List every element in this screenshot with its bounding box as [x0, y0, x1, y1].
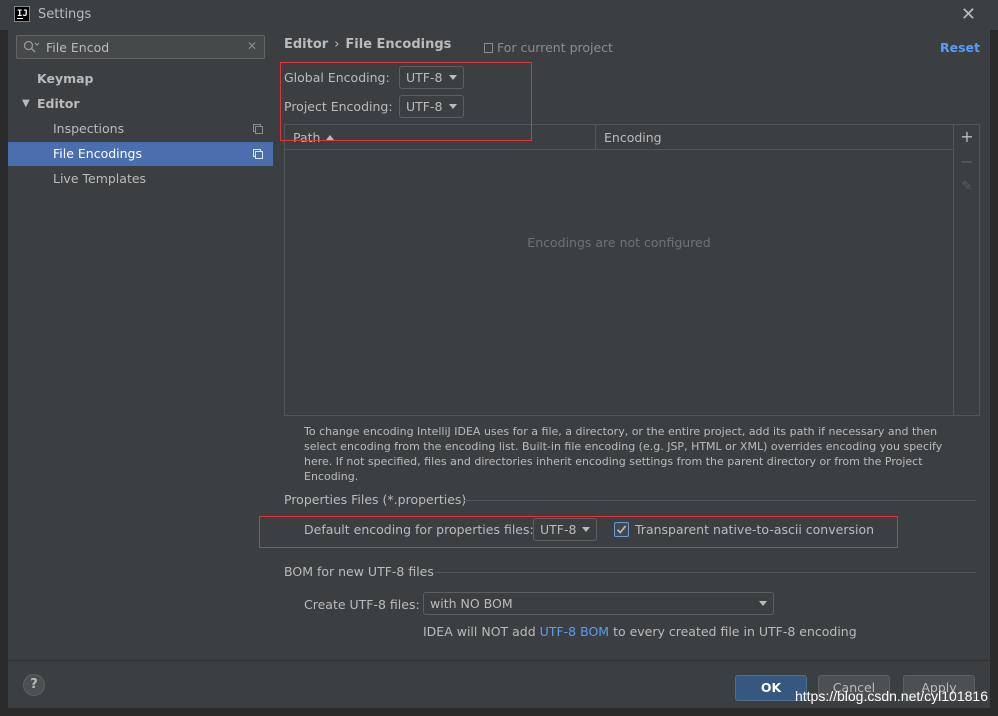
title-bar: IJ Settings ✕ — [0, 0, 998, 30]
highlight-box-properties — [259, 516, 898, 548]
edit-pencil-icon[interactable]: ✎ — [954, 179, 980, 194]
watermark-text: https://blog.csdn.net/cyl101816 — [794, 688, 988, 704]
utf8-bom-link[interactable]: UTF-8 BOM — [540, 624, 609, 639]
encoding-help-text: To change encoding IntelliJ IDEA uses fo… — [304, 425, 943, 483]
left-frame — [0, 30, 8, 716]
bottom-frame — [0, 708, 998, 716]
sidebar-item-editor[interactable]: ▼ Editor — [8, 92, 273, 116]
add-icon[interactable]: + — [954, 127, 980, 146]
sidebar-item-label: File Encodings — [53, 146, 143, 161]
scope-label: For current project — [497, 40, 613, 55]
column-header-encoding[interactable]: Encoding — [604, 130, 662, 145]
bom-note: IDEA will NOT add UTF-8 BOM to every cre… — [423, 624, 857, 639]
search-icon — [23, 40, 39, 54]
sidebar-item-label: Live Templates — [53, 171, 147, 186]
breadcrumb: Editor › File Encodings — [284, 37, 451, 52]
bom-section-title: BOM for new UTF-8 files — [284, 564, 434, 579]
help-button[interactable]: ? — [23, 674, 45, 696]
reset-link[interactable]: Reset — [940, 40, 980, 55]
create-utf8-label: Create UTF-8 files: — [304, 597, 420, 612]
scope-indicator: For current project — [484, 40, 613, 55]
bom-note-prefix: IDEA will NOT add — [423, 624, 536, 639]
breadcrumb-separator: › — [334, 37, 340, 52]
sidebar-item-keymap[interactable]: Keymap — [8, 67, 273, 91]
bom-note-suffix: to every created file in UTF-8 encoding — [613, 624, 857, 639]
expand-triangle-icon[interactable]: ▼ — [22, 92, 30, 116]
sidebar-item-label: Inspections — [53, 121, 125, 136]
breadcrumb-parent: Editor — [284, 37, 329, 52]
section-divider — [463, 500, 976, 501]
search-query: File Encod — [46, 40, 110, 55]
path-encoding-table[interactable]: Path Encoding Encodings are not configur… — [284, 124, 954, 416]
column-divider[interactable] — [595, 125, 596, 150]
bom-mode-value: with NO BOM — [430, 596, 513, 611]
window-title: Settings — [38, 7, 92, 22]
sidebar-item-live-templates[interactable]: Live Templates — [8, 167, 273, 191]
settings-search-input[interactable]: File Encod ✕ — [16, 35, 265, 59]
table-toolbar: + − ✎ — [954, 124, 980, 416]
highlight-box-encodings — [280, 62, 532, 141]
table-empty-text: Encodings are not configured — [527, 235, 711, 250]
section-divider — [435, 572, 976, 573]
sidebar-item-inspections[interactable]: Inspections — [8, 117, 273, 141]
sidebar-item-label: Keymap — [37, 71, 94, 86]
sidebar-item-label: Editor — [37, 96, 80, 111]
bom-mode-select[interactable]: with NO BOM — [423, 592, 774, 615]
project-scope-icon — [253, 149, 263, 159]
chevron-down-icon — [759, 601, 767, 606]
intellij-app-icon: IJ — [14, 6, 30, 22]
project-scope-icon — [484, 43, 493, 53]
project-scope-icon — [253, 124, 263, 134]
settings-sidebar: File Encod ✕ Keymap ▼ Editor Inspections… — [8, 30, 273, 660]
right-frame — [990, 30, 998, 716]
remove-icon[interactable]: − — [954, 152, 980, 171]
settings-dialog: IJ Settings ✕ File Encod ✕ Keymap ▼ Edit… — [0, 0, 998, 716]
close-icon[interactable]: ✕ — [961, 4, 976, 25]
properties-section-title: Properties Files (*.properties) — [284, 492, 467, 507]
breadcrumb-current: File Encodings — [345, 37, 452, 52]
sidebar-item-file-encodings[interactable]: File Encodings — [8, 142, 273, 166]
clear-search-icon[interactable]: ✕ — [247, 39, 257, 53]
